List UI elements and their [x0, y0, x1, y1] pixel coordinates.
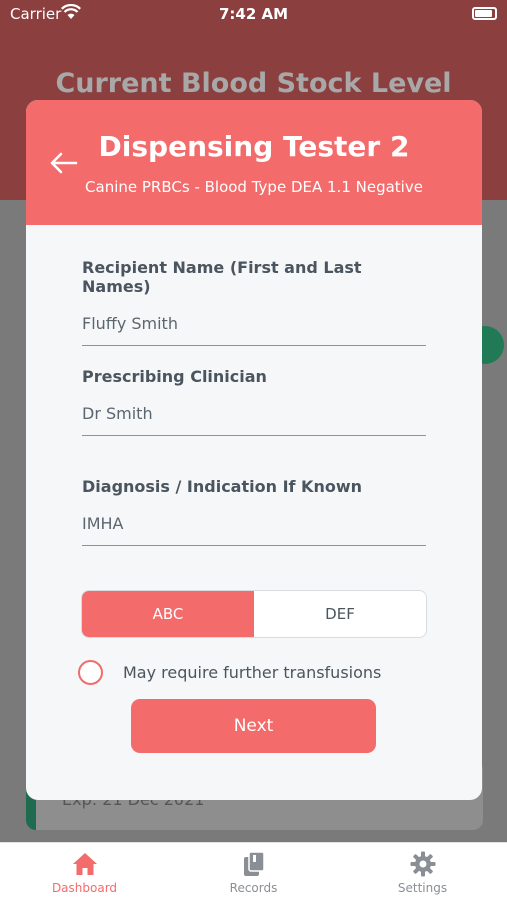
tab-settings-label: Settings — [397, 881, 448, 895]
prescribing-clinician-label: Prescribing Clinician — [82, 367, 267, 386]
background-title: Current Blood Stock Level — [55, 68, 452, 99]
tab-settings[interactable]: Settings — [338, 843, 507, 900]
home-icon — [72, 853, 97, 875]
status-bar: Carrier 7:42 AM — [0, 0, 507, 28]
recipient-name-input[interactable]: Fluffy Smith — [82, 314, 426, 346]
tab-bar: Dashboard Records Settings — [0, 842, 507, 900]
tab-records-label: Records — [229, 881, 278, 895]
book-icon — [243, 851, 265, 876]
next-button[interactable]: Next — [131, 699, 376, 753]
diagnosis-input[interactable]: IMHA — [82, 514, 426, 546]
segment-def[interactable]: DEF — [254, 591, 426, 637]
dispensing-modal: Dispensing Tester 2 Canine PRBCs - Blood… — [26, 100, 482, 800]
prescribing-clinician-field[interactable]: Prescribing Clinician Dr Smith — [82, 367, 426, 436]
modal-header: Dispensing Tester 2 Canine PRBCs - Blood… — [26, 100, 482, 225]
segment-abc[interactable]: ABC — [82, 591, 254, 637]
segmented-control: ABC DEF — [81, 590, 427, 638]
tab-dashboard[interactable]: Dashboard — [0, 843, 169, 900]
modal-title: Dispensing Tester 2 — [98, 130, 410, 163]
diagnosis-field[interactable]: Diagnosis / Indication If Known IMHA — [82, 477, 426, 546]
recipient-name-label: Recipient Name (First and Last Names) — [82, 258, 362, 296]
further-transfusions-label: May require further transfusions — [123, 663, 382, 682]
modal-subtitle: Canine PRBCs - Blood Type DEA 1.1 Negati… — [85, 178, 423, 196]
tab-dashboard-label: Dashboard — [51, 881, 118, 895]
tab-records[interactable]: Records — [169, 843, 338, 900]
prescribing-clinician-input[interactable]: Dr Smith — [82, 404, 426, 436]
recipient-name-field[interactable]: Recipient Name (First and Last Names) Fl… — [82, 258, 426, 346]
diagnosis-label: Diagnosis / Indication If Known — [82, 477, 362, 496]
status-time: 7:42 AM — [218, 5, 289, 23]
radio-circle-icon[interactable] — [78, 660, 103, 685]
battery-icon — [472, 7, 497, 20]
further-transfusions-option[interactable]: May require further transfusions — [78, 660, 381, 685]
gear-icon — [410, 851, 435, 877]
